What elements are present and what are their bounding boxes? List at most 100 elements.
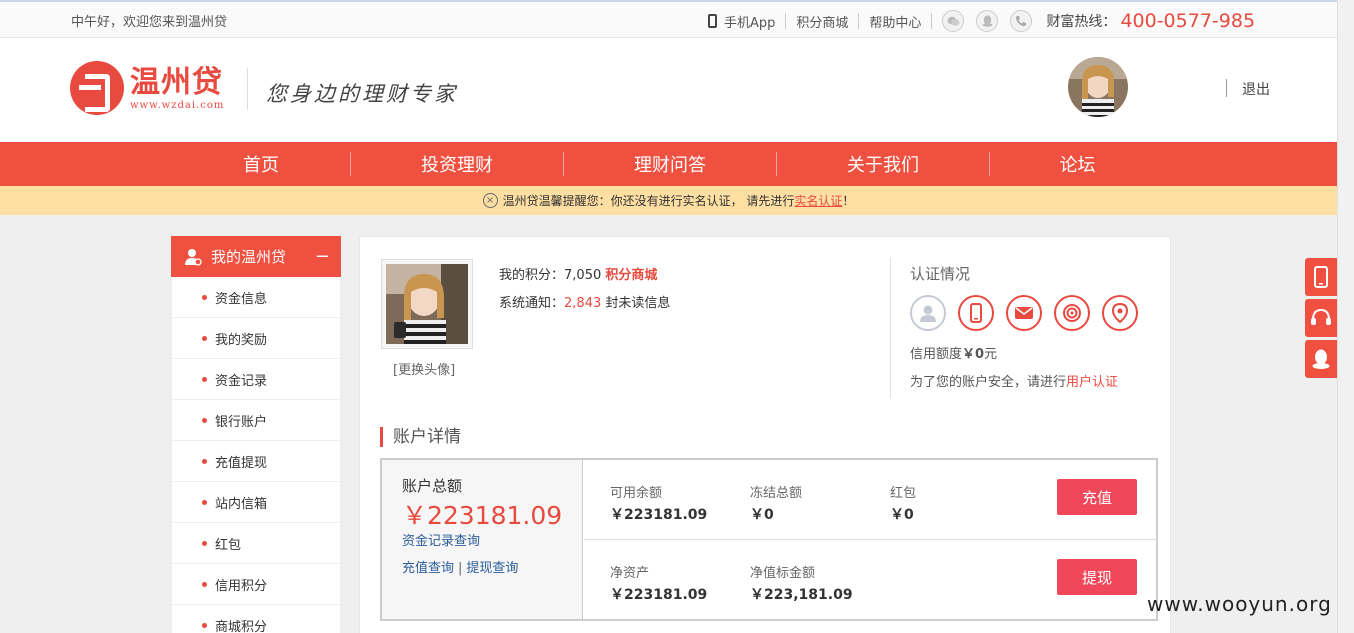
net-bid-label: 净值标金额 (750, 566, 816, 581)
bullet-icon (202, 499, 207, 505)
section-title: 账户详情 (380, 427, 461, 447)
main-nav: 首页 投资理财 理财问答 关于我们 论坛 (0, 142, 1337, 186)
recharge-button[interactable]: 充值 (1057, 479, 1137, 515)
score-line: 我的积分：7,050 积分商城 (499, 264, 657, 283)
sidebar-item-inbox[interactable]: 站内信箱 (171, 482, 341, 523)
sidebar-item-red-packet[interactable]: 红包 (171, 523, 341, 564)
user-icon[interactable] (910, 295, 946, 331)
notice-bar: × 温州贷温馨提醒您：你还没有进行实名认证， 请先进行 实名认证 ！ (0, 186, 1337, 215)
credit-limit: 信用额度￥0元 (910, 343, 997, 362)
logout-link[interactable]: 退出 (1242, 79, 1270, 99)
collapse-icon[interactable]: − (315, 246, 330, 267)
wechat-icon[interactable] (942, 10, 965, 32)
frozen-value: ￥0 (750, 507, 774, 523)
sidebar-item-fund-records[interactable]: 资金记录 (171, 359, 341, 400)
credit-label: 信用额度 (910, 347, 963, 362)
available-balance: 可用余额 ￥223181.09 (610, 482, 707, 524)
user-icon (185, 248, 202, 266)
greeting-text: 中午好，欢迎您来到温州贷 (71, 15, 228, 30)
notice-link[interactable]: 实名认证 (794, 192, 842, 209)
top-links: 手机App 积分商城 帮助中心 财富热线： 400-0577-985 (708, 9, 1255, 33)
sidebar-item-label: 银行账户 (215, 414, 268, 430)
red-packet: 红包 ￥0 (890, 482, 916, 524)
close-circle-icon[interactable]: × (482, 193, 498, 208)
query-links: 充值查询 | 提现查询 (402, 557, 518, 576)
location-icon[interactable] (1102, 295, 1138, 331)
nav-item-invest[interactable]: 投资理财 (351, 142, 563, 186)
redpacket-label: 红包 (890, 486, 917, 501)
notify-label: 系统通知： (499, 296, 565, 311)
sidebar-item-recharge-withdraw[interactable]: 充值提现 (171, 441, 341, 482)
sidebar-title: 我的温州贷 (211, 248, 287, 266)
withdraw-query-link[interactable]: 提现查询 (466, 561, 518, 576)
sidebar-item-rewards[interactable]: 我的奖励 (171, 318, 341, 359)
avatar[interactable] (1068, 57, 1128, 117)
notify-count[interactable]: 2,843 (564, 296, 601, 311)
nav-item-forum[interactable]: 论坛 (990, 142, 1165, 186)
bullet-icon (202, 458, 207, 464)
sidebar-item-label: 资金信息 (215, 291, 268, 307)
mobile-icon[interactable] (958, 295, 994, 331)
qq-icon[interactable] (976, 10, 999, 32)
sidebar-item-mall-points[interactable]: 商城积分 (171, 605, 341, 633)
site-header: 温州贷 www.wzdai.com 您身边的理财专家 退出 (0, 38, 1337, 142)
sidebar-item-credit-points[interactable]: 信用积分 (171, 564, 341, 605)
logo-icon (70, 61, 124, 115)
nav-item-about[interactable]: 关于我们 (777, 142, 989, 186)
logo-url: www.wzdai.com (130, 99, 225, 111)
qq-icon[interactable] (1305, 340, 1337, 378)
profile-avatar[interactable] (381, 259, 473, 349)
auth-icons (910, 295, 1150, 331)
mobile-app-link[interactable]: 手机App (724, 12, 775, 31)
main-panel: [更换头像] 我的积分：7,050 积分商城 系统通知：2,843 封未读信息 … (359, 236, 1171, 633)
notify-suffix: 封未读信息 (605, 296, 671, 311)
total-value: ￥223181.09 (402, 501, 563, 530)
net-bid-amount: 净值标金额 ￥223,181.09 (750, 562, 853, 604)
fund-record-query-link[interactable]: 资金记录查询 (402, 530, 480, 549)
sidebar: 我的温州贷 − 资金信息 我的奖励 资金记录 银行账户 充值提现 站内信箱 红包… (171, 236, 341, 633)
nav-item-qa[interactable]: 理财问答 (564, 142, 776, 186)
watermark: www.wooyun.org (1147, 592, 1332, 616)
available-label: 可用余额 (610, 486, 663, 501)
withdraw-button[interactable]: 提现 (1057, 559, 1137, 595)
recharge-query-link[interactable]: 充值查询 (402, 561, 454, 576)
user-auth-link[interactable]: 用户认证 (1066, 375, 1118, 390)
top-bar: 中午好，欢迎您来到温州贷 手机App 积分商城 帮助中心 财富热线： 400-0… (0, 0, 1337, 38)
points-mall-link[interactable]: 积分商城 (605, 268, 657, 283)
nav-item-home[interactable]: 首页 (171, 142, 351, 186)
email-icon[interactable] (1006, 295, 1042, 331)
security-text: 为了您的账户安全，请进行 (910, 375, 1067, 390)
security-tip: 为了您的账户安全，请进行用户认证 (910, 371, 1118, 390)
help-center-link[interactable]: 帮助中心 (869, 12, 921, 31)
total-label: 账户总额 (402, 477, 463, 495)
credit-value: ￥0 (962, 347, 985, 362)
hotline: 财富热线： 400-0577-985 (1046, 10, 1255, 32)
page-scrollbar[interactable] (1337, 0, 1354, 633)
headset-icon[interactable] (1305, 299, 1337, 337)
bullet-icon (202, 540, 207, 546)
net-bid-value: ￥223,181.09 (750, 587, 853, 603)
divider (931, 13, 933, 29)
sidebar-item-fund-info[interactable]: 资金信息 (171, 277, 341, 318)
credit-unit: 元 (984, 347, 998, 362)
change-avatar-link[interactable]: [更换头像] (393, 359, 455, 378)
hotline-label: 财富热线： (1046, 14, 1117, 30)
sidebar-item-label: 资金记录 (215, 373, 268, 389)
target-icon[interactable] (1054, 295, 1090, 331)
phone-call-icon[interactable] (1010, 10, 1033, 32)
points-mall-link[interactable]: 积分商城 (796, 12, 848, 31)
sidebar-item-bank-account[interactable]: 银行账户 (171, 400, 341, 441)
sidebar-item-label: 站内信箱 (215, 496, 268, 512)
net-assets-value: ￥223181.09 (610, 587, 708, 603)
frozen-label: 冻结总额 (750, 486, 803, 501)
sidebar-header[interactable]: 我的温州贷 − (171, 236, 341, 277)
account-summary: 账户总额 ￥223181.09 资金记录查询 充值查询 | 提现查询 (382, 460, 583, 619)
bullet-icon (202, 417, 207, 423)
float-toolbar (1305, 258, 1337, 381)
net-assets-label: 净资产 (610, 566, 650, 581)
net-assets: 净资产 ￥223181.09 (610, 562, 707, 604)
mobile-icon[interactable] (1305, 258, 1337, 296)
site-logo[interactable]: 温州贷 www.wzdai.com (70, 61, 224, 115)
mobile-icon (708, 14, 717, 28)
divider (785, 13, 787, 29)
